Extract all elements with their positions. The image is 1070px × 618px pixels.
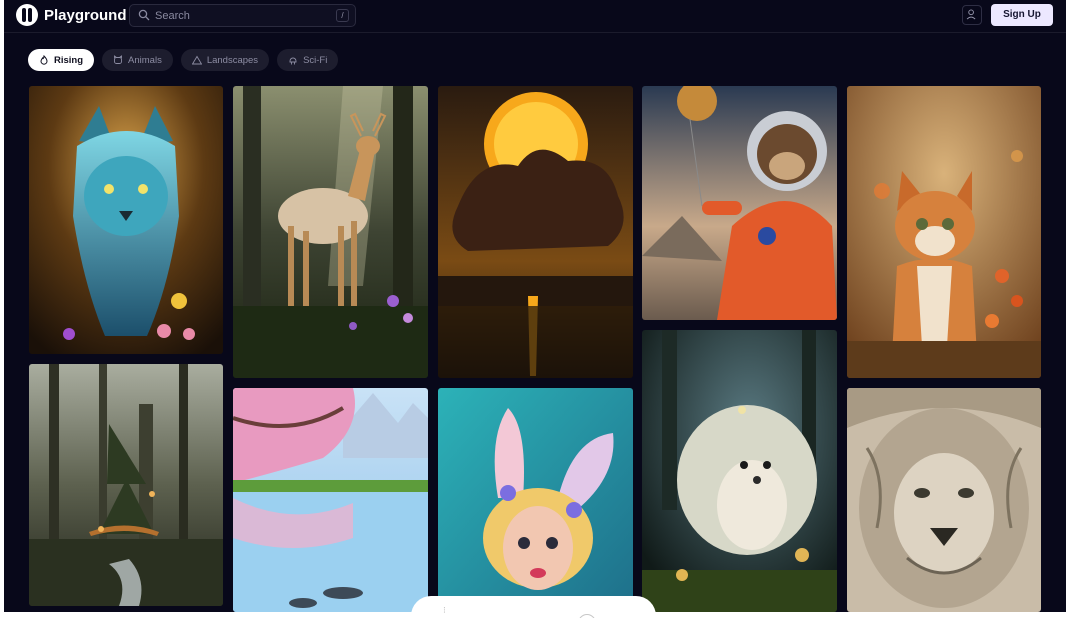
- gallery-image-cherry-blossom-lake[interactable]: [233, 388, 428, 612]
- sign-up-button[interactable]: Sign Up: [991, 4, 1053, 26]
- user-icon: [966, 9, 976, 20]
- flame-icon: [40, 55, 48, 65]
- cherry-blossom-lake-image: [233, 388, 428, 612]
- search-placeholder: Search: [155, 10, 190, 22]
- filter-label: Rising: [54, 54, 84, 66]
- gallery-image-astronaut-monkey[interactable]: [642, 86, 837, 320]
- robot-icon: [289, 57, 297, 65]
- gallery-image-blue-tiger[interactable]: [29, 86, 223, 354]
- app-name: Playground: [44, 6, 127, 24]
- playground-logo-icon: [16, 4, 38, 26]
- gallery-image-bunny-girl[interactable]: [438, 388, 633, 612]
- deer-forest-image: [233, 86, 428, 378]
- filter-label: Landscapes: [206, 54, 259, 66]
- search-input[interactable]: Search /: [129, 4, 356, 27]
- filter-landscapes[interactable]: Landscapes: [180, 49, 270, 71]
- animal-face-icon: [114, 55, 122, 64]
- gallery-image-hedgehog[interactable]: [642, 330, 837, 612]
- filter-label: Animals: [128, 54, 162, 66]
- playground-app: Playground Search / Sign Up Rising Anima…: [4, 0, 1066, 612]
- filter-animals[interactable]: Animals: [102, 49, 173, 71]
- gallery-image-misty-forest[interactable]: [29, 364, 223, 606]
- bunny-girl-image: [438, 388, 633, 612]
- sunset-clouds-image: [438, 86, 633, 378]
- filter-rising[interactable]: Rising: [28, 49, 95, 71]
- filter-sci-fi[interactable]: Sci-Fi: [277, 49, 339, 71]
- category-filters: Rising Animals Landscapes Sci-Fi: [28, 49, 339, 71]
- gallery-image-deer-forest[interactable]: [233, 86, 428, 378]
- blue-tiger-image: [29, 86, 223, 354]
- user-account-button[interactable]: [962, 5, 982, 25]
- autumn-cat-image: [847, 86, 1041, 378]
- bottom-action-bar[interactable]: [411, 596, 656, 618]
- search-shortcut-badge: /: [336, 9, 349, 22]
- gallery-image-autumn-cat[interactable]: [847, 86, 1041, 378]
- top-header: Playground Search / Sign Up: [4, 0, 1066, 33]
- misty-forest-image: [29, 364, 223, 606]
- loading-spinner-icon: ⁝: [443, 605, 446, 615]
- astronaut-monkey-image: [642, 86, 837, 320]
- logo[interactable]: Playground: [16, 4, 127, 26]
- mountain-icon: [191, 55, 202, 65]
- hedgehog-image: [642, 330, 837, 612]
- gallery-image-sunset-clouds[interactable]: [438, 86, 633, 378]
- gallery-image-ornate-lion[interactable]: [847, 388, 1041, 612]
- search-icon: [138, 9, 150, 21]
- filter-label: Sci-Fi: [303, 54, 328, 66]
- ornate-lion-image: [847, 388, 1041, 612]
